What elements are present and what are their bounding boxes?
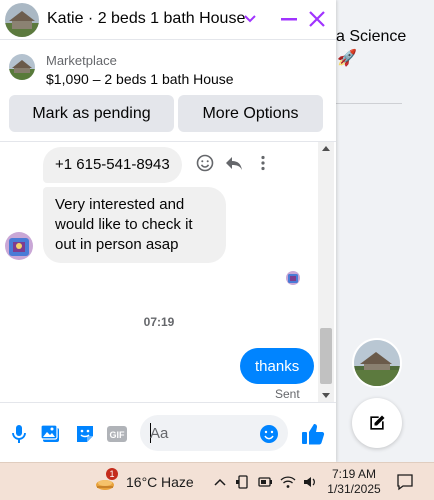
system-clock[interactable]: 7:19 AM 1/31/2025 — [322, 467, 386, 497]
listing-thumbnail — [9, 54, 35, 80]
battery-icon[interactable] — [257, 474, 273, 490]
rocket-emoji: 🚀 — [337, 50, 357, 67]
chat-title[interactable]: Katie · 2 beds 1 bath House — [47, 10, 245, 28]
volume-icon[interactable] — [302, 474, 318, 490]
message-bubble-incoming[interactable]: Very interested and would like to check … — [43, 187, 226, 263]
scroll-thumb[interactable] — [320, 328, 332, 384]
svg-text:GIF: GIF — [110, 430, 126, 440]
weather-description[interactable]: Haze — [161, 474, 194, 490]
weather-badge: 1 — [106, 468, 118, 480]
message-bubble-incoming[interactable]: +1 615-541-8943 — [43, 147, 182, 183]
marketplace-listing[interactable]: Marketplace $1,090 – 2 beds 1 bath House — [0, 41, 336, 93]
sender-avatar — [5, 232, 33, 260]
wifi-icon[interactable] — [280, 474, 296, 490]
emoji-icon[interactable] — [259, 424, 279, 444]
chat-header: Katie · 2 beds 1 bath House — [0, 0, 336, 40]
photo-icon[interactable] — [40, 423, 62, 445]
new-message-button[interactable] — [352, 398, 402, 448]
divider — [336, 103, 402, 104]
close-icon[interactable] — [308, 10, 326, 28]
more-options-button[interactable]: More Options — [178, 95, 323, 132]
message-bubble-outgoing[interactable]: thanks — [240, 348, 315, 384]
windows-taskbar: 1 16°C Haze 7:19 AM 1/31/2025 — [0, 462, 434, 500]
mark-as-pending-button[interactable]: Mark as pending — [9, 95, 174, 132]
react-emoji-icon[interactable] — [196, 154, 214, 172]
chat-window: Katie · 2 beds 1 bath House Marketplace … — [0, 0, 336, 462]
gif-icon[interactable]: GIF — [106, 423, 128, 445]
minimize-icon[interactable] — [280, 10, 298, 28]
listing-detail: $1,090 – 2 beds 1 bath House — [46, 71, 234, 87]
chevron-down-icon[interactable] — [243, 11, 257, 25]
sticker-icon[interactable] — [74, 423, 96, 445]
contact-avatar[interactable] — [5, 3, 39, 37]
seen-avatar — [286, 271, 300, 285]
weather-temperature[interactable]: 16°C — [126, 474, 157, 490]
message-status: Sent — [275, 387, 300, 401]
more-vertical-icon[interactable] — [254, 154, 272, 172]
message-input-placeholder: Aa — [150, 425, 169, 442]
message-composer: GIF Aa — [0, 402, 336, 462]
chevron-up-icon[interactable] — [212, 474, 228, 490]
chat-head-avatar[interactable] — [352, 338, 402, 388]
clock-time: 7:19 AM — [331, 467, 377, 481]
compose-icon — [370, 415, 385, 430]
reply-icon[interactable] — [225, 154, 243, 172]
clock-date: 1/31/2025 — [327, 482, 381, 496]
message-timestamp: 07:19 — [143, 315, 175, 329]
device-icon[interactable] — [235, 474, 251, 490]
microphone-icon[interactable] — [8, 423, 30, 445]
notification-icon[interactable] — [396, 473, 414, 491]
scroll-up-arrow[interactable] — [322, 146, 330, 151]
message-input[interactable]: Aa — [140, 415, 288, 451]
background-heading: a Science — [336, 28, 407, 45]
like-icon[interactable] — [300, 421, 326, 447]
marketplace-label: Marketplace — [46, 53, 117, 68]
scroll-down-arrow[interactable] — [322, 393, 330, 398]
message-list: +1 615-541-8943 Very interested and woul… — [0, 142, 336, 402]
scrollbar[interactable] — [318, 142, 334, 402]
